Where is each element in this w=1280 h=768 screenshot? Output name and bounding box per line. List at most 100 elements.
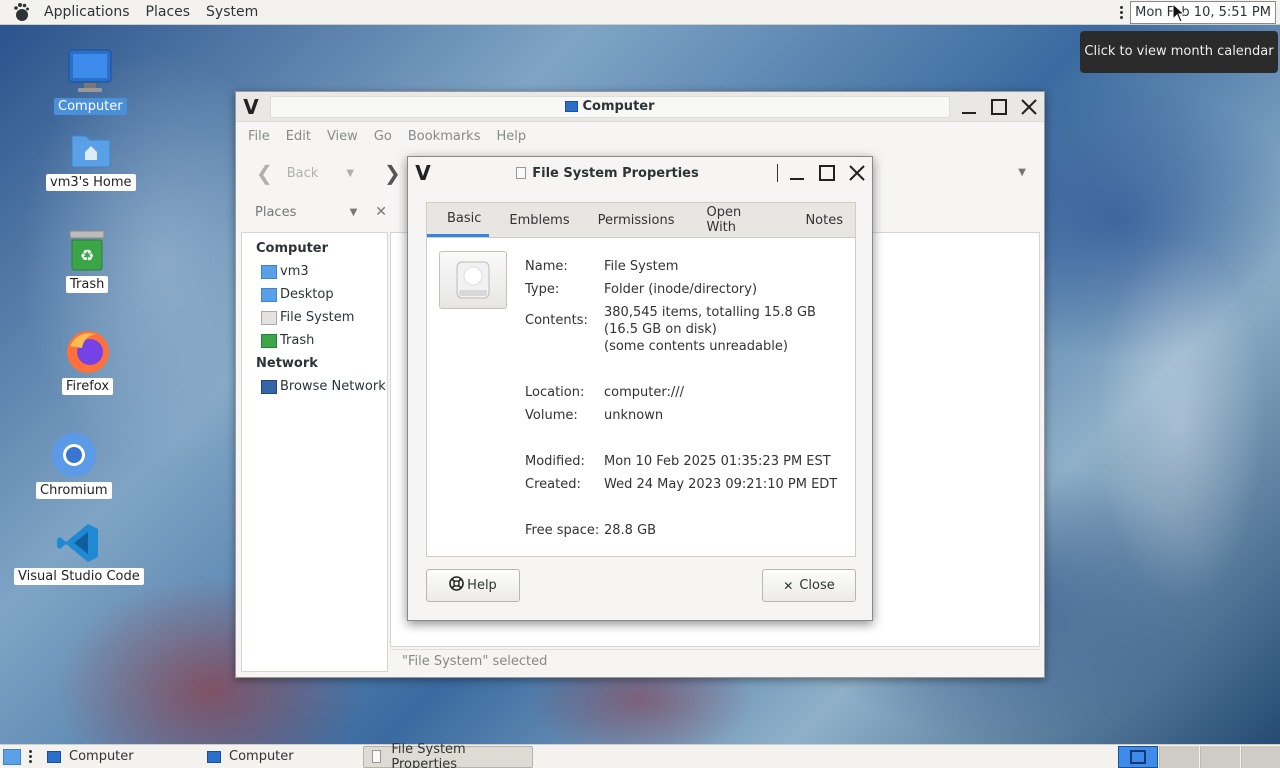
dialog-title: File System Properties <box>532 165 699 181</box>
task-label: File System Properties <box>391 741 466 768</box>
type-value: Folder (inode/directory) <box>604 282 758 297</box>
workspace-3[interactable] <box>1200 746 1240 768</box>
created-label: Created: <box>525 477 581 492</box>
close-window-button[interactable] <box>842 158 872 188</box>
computer-icon <box>68 49 112 92</box>
volume-label: Volume: <box>525 408 578 423</box>
clock-tooltip: Click to view month calendar <box>1080 31 1278 73</box>
menu-bookmarks[interactable]: Bookmarks <box>400 129 489 144</box>
desktop-label: Firefox <box>62 378 114 395</box>
help-button[interactable]: Help <box>426 569 520 602</box>
sidebar-item-vm3[interactable]: vm3 <box>242 260 387 283</box>
computer-small-icon <box>565 101 579 112</box>
task-computer-1[interactable]: Computer <box>39 746 199 768</box>
applications-menu[interactable]: Applications <box>36 0 138 25</box>
close-button[interactable]: ✕ Close <box>762 569 856 602</box>
window-menu-icon[interactable]: V <box>236 95 266 119</box>
desktop-label: Chromium <box>36 482 112 499</box>
trash-icon: ♻ <box>69 230 105 271</box>
title-separator <box>777 164 778 182</box>
workspace-1[interactable] <box>1118 746 1158 768</box>
task-file-system-properties[interactable]: File System Properties <box>363 742 533 768</box>
workspace-2[interactable] <box>1159 746 1199 768</box>
maximize-button[interactable] <box>812 158 842 188</box>
tab-notes[interactable]: Notes <box>785 203 855 237</box>
filesystem-drive-icon[interactable] <box>439 251 507 309</box>
back-button[interactable]: Back <box>287 166 319 181</box>
menu-go[interactable]: Go <box>366 129 400 144</box>
sidebar-item-label: Trash <box>280 333 315 348</box>
panel-handle-icon <box>1118 6 1124 19</box>
taskbar: Computer Computer File System Properties <box>0 742 1280 768</box>
name-label: Name: <box>525 259 568 274</box>
forward-arrow-icon[interactable]: ❯ <box>384 161 401 185</box>
mouse-pointer-icon <box>1172 3 1186 23</box>
workspace-4[interactable] <box>1241 746 1280 768</box>
titlebar[interactable]: V Computer <box>236 92 1044 122</box>
computer-small-icon <box>47 750 61 763</box>
menu-file[interactable]: File <box>240 129 278 144</box>
task-label: Computer <box>69 749 134 764</box>
menu-view[interactable]: View <box>319 129 366 144</box>
tab-permissions[interactable]: Permissions <box>582 203 687 237</box>
drive-icon <box>261 310 277 325</box>
network-icon <box>261 379 277 394</box>
sidebar-item-desktop[interactable]: Desktop <box>242 283 387 306</box>
desktop-icon-firefox[interactable]: Firefox <box>62 328 114 395</box>
free-space-value: 28.8 GB <box>604 523 657 538</box>
sidebar-header: Places ▼ ✕ <box>241 197 387 227</box>
location-value: computer:/// <box>604 385 684 400</box>
computer-small-icon <box>207 750 221 763</box>
name-value[interactable]: File System <box>604 259 678 274</box>
close-icon: ✕ <box>783 578 794 593</box>
sidebar-item-file-system[interactable]: File System <box>242 306 387 329</box>
firefox-icon <box>66 331 109 373</box>
minimize-button[interactable] <box>782 158 812 188</box>
system-menu[interactable]: System <box>198 0 266 25</box>
maximize-button[interactable] <box>984 92 1014 122</box>
desktop-icon-chromium[interactable]: Chromium <box>36 432 112 499</box>
sidebar-title[interactable]: Places <box>255 205 350 220</box>
toolbar-dropdown-icon[interactable]: ▼ <box>1018 167 1026 178</box>
file-small-icon <box>516 167 527 179</box>
clock[interactable]: Mon Feb 10, 5:51 PM <box>1130 1 1276 24</box>
sidebar-item-trash[interactable]: Trash <box>242 329 387 352</box>
places-menu[interactable]: Places <box>138 0 199 25</box>
contents-label: Contents: <box>525 313 588 328</box>
show-desktop-icon[interactable] <box>3 748 21 765</box>
volume-value: unknown <box>604 408 664 423</box>
desktop-icon-computer[interactable]: Computer <box>54 48 127 115</box>
sidebar-dropdown-icon[interactable]: ▼ <box>350 207 358 218</box>
desktop-icon-trash[interactable]: ♻ Trash <box>66 228 109 293</box>
type-label: Type: <box>525 282 560 297</box>
tab-bar: Basic Emblems Permissions Open With Note… <box>426 202 856 238</box>
menu-help[interactable]: Help <box>488 129 534 144</box>
desktop-label: Computer <box>54 98 127 115</box>
desktop-label: vm3's Home <box>46 174 136 191</box>
location-label: Location: <box>525 385 585 400</box>
svg-text:♻: ♻ <box>80 246 94 265</box>
taskbar-handle-icon <box>27 750 33 763</box>
dialog-titlebar[interactable]: V File System Properties <box>408 157 872 189</box>
window-menu-icon[interactable]: V <box>408 161 438 185</box>
window-title: Computer <box>582 99 655 114</box>
created-value: Wed 24 May 2023 09:21:10 PM EDT <box>604 477 838 492</box>
desktop-icon-vscode[interactable]: Visual Studio Code <box>14 522 144 585</box>
task-computer-2[interactable]: Computer <box>199 746 363 768</box>
file-small-icon <box>372 750 382 763</box>
sidebar-item-browse-network[interactable]: Browse Network <box>242 375 387 398</box>
desktop-icon-home[interactable]: vm3's Home <box>46 130 136 191</box>
close-window-button[interactable] <box>1014 92 1044 122</box>
close-label: Close <box>799 578 835 593</box>
tab-emblems[interactable]: Emblems <box>489 203 581 237</box>
back-arrow-icon[interactable]: ❮ <box>256 161 273 185</box>
top-panel: Applications Places System Mon Feb 10, 5… <box>0 0 1280 25</box>
tab-basic[interactable]: Basic <box>427 203 490 237</box>
gnome-foot-icon[interactable] <box>10 1 32 23</box>
menu-edit[interactable]: Edit <box>278 129 319 144</box>
basic-panel: Name: File System Type: Folder (inode/di… <box>426 237 856 557</box>
sidebar-close-icon[interactable]: ✕ <box>375 204 387 220</box>
minimize-button[interactable] <box>954 92 984 122</box>
back-dropdown-icon[interactable]: ▼ <box>346 168 354 179</box>
tab-open-with[interactable]: Open With <box>687 203 786 237</box>
